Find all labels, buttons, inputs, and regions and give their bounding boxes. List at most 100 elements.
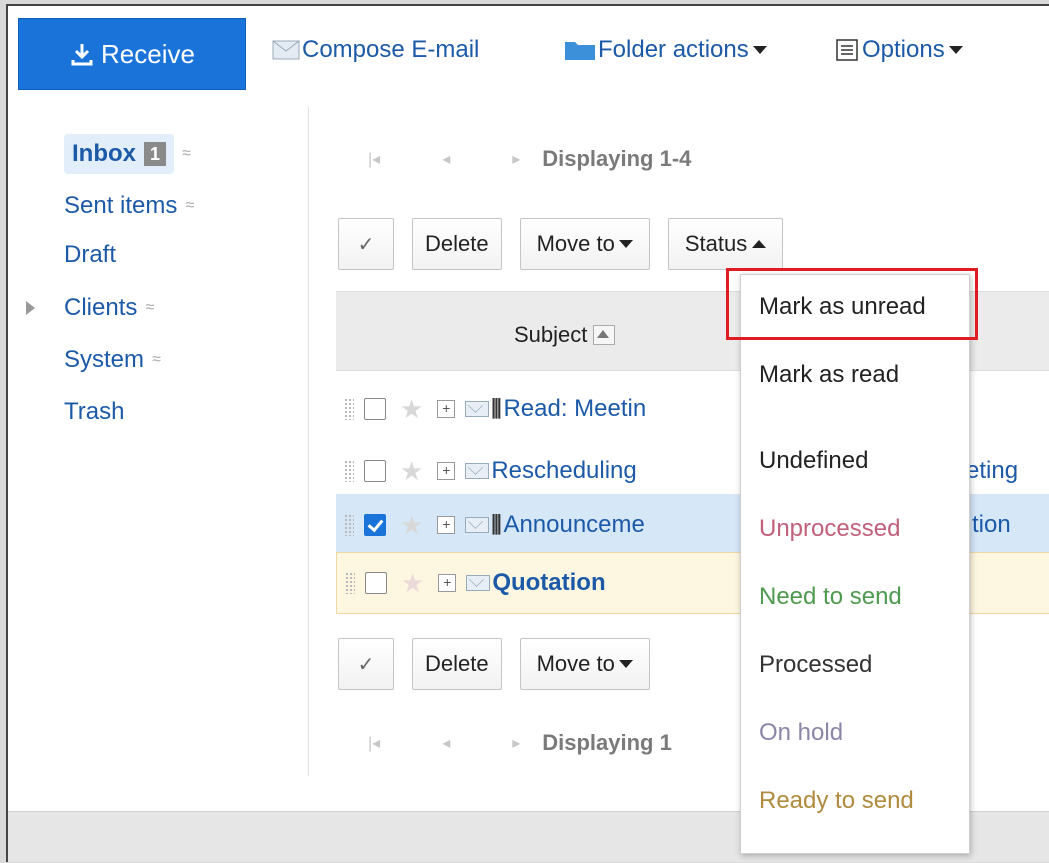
status-button[interactable]: Status: [667, 218, 784, 270]
list-icon: [836, 39, 858, 61]
select-all-button[interactable]: ✓: [338, 638, 394, 690]
folder-actions-label: Folder actions: [598, 36, 749, 63]
drag-handle-icon[interactable]: [344, 514, 354, 536]
chevron-down-icon: [618, 660, 633, 668]
sidebar-item-system[interactable]: System ≈: [64, 334, 304, 386]
rss-icon: ≈: [152, 351, 161, 368]
first-page-icon[interactable]: |◂: [368, 149, 380, 169]
star-icon[interactable]: ★: [400, 458, 423, 484]
subject-column-header[interactable]: Subject: [514, 322, 616, 348]
drag-handle-icon[interactable]: [345, 572, 355, 594]
chevron-down-icon: [948, 46, 963, 54]
menu-item-ready-to-send[interactable]: Ready to send: [759, 787, 914, 815]
sidebar-item-inbox[interactable]: Inbox 1 ≈: [64, 124, 304, 184]
pagination-bottom: |◂ ◂ ▸ Displaying 1: [368, 730, 672, 756]
sidebar-item-clients[interactable]: Clients ≈: [26, 282, 304, 334]
next-page-icon[interactable]: ▸: [512, 733, 520, 753]
receive-button[interactable]: Receive: [18, 18, 246, 90]
sidebar-item-label: Trash: [64, 398, 125, 425]
status-dropdown-menu: Mark as unread Mark as read Undefined Un…: [740, 274, 970, 854]
paging-status: Displaying 1-4: [542, 146, 692, 171]
mail-window: Receive Compose E-mail Folder actions Op…: [6, 4, 1049, 862]
sort-ascending-icon[interactable]: [593, 325, 616, 345]
row-subject[interactable]: Rescheduling: [491, 457, 636, 485]
download-icon: [71, 44, 93, 66]
row-subject-tail[interactable]: tion: [972, 511, 1011, 539]
pagination-top: |◂ ◂ ▸ Displaying 1-4: [368, 146, 691, 172]
row-subject-tail[interactable]: eting: [966, 457, 1018, 485]
expand-plus-icon[interactable]: +: [438, 574, 457, 592]
row-subject[interactable]: Announceme: [503, 511, 644, 539]
sidebar-item-label: Clients: [64, 294, 138, 321]
expand-plus-icon[interactable]: +: [437, 516, 456, 534]
expand-icon[interactable]: [26, 301, 35, 315]
drag-handle-icon[interactable]: [344, 398, 354, 420]
sidebar-item-label: Draft: [64, 241, 117, 268]
menu-item-mark-as-read[interactable]: Mark as read: [759, 361, 899, 389]
envelope-icon: [272, 40, 300, 60]
delete-label: Delete: [425, 231, 489, 256]
delete-button[interactable]: Delete: [412, 218, 502, 270]
menu-item-processed[interactable]: Processed: [759, 651, 872, 679]
rss-icon: ≈: [145, 299, 155, 316]
sidebar-item-label: Sent items: [64, 192, 178, 219]
expand-plus-icon[interactable]: +: [437, 400, 456, 418]
sidebar-item-label: System: [64, 346, 145, 373]
receive-label: Receive: [101, 38, 195, 69]
sidebar-item-draft[interactable]: Draft: [64, 228, 304, 282]
move-to-button[interactable]: Move to: [519, 218, 650, 270]
chevron-down-icon: [752, 46, 767, 54]
paging-status: Displaying 1: [542, 730, 672, 755]
delete-button[interactable]: Delete: [412, 638, 502, 690]
sidebar-item-sent-items[interactable]: Sent items ≈: [64, 184, 304, 228]
sidebar-item-trash[interactable]: Trash: [64, 386, 304, 438]
expand-plus-icon[interactable]: +: [437, 462, 456, 480]
row-subject[interactable]: Read: Meetin: [503, 395, 646, 423]
rss-icon: ≈: [182, 145, 191, 162]
compose-email-button[interactable]: Compose E-mail: [272, 36, 479, 64]
move-to-label: Move to: [536, 651, 615, 676]
move-to-button[interactable]: Move to: [519, 638, 650, 690]
attachment-icon: ⫼: [491, 396, 502, 421]
first-page-icon[interactable]: |◂: [368, 733, 380, 753]
status-label: Status: [684, 231, 748, 256]
row-subject[interactable]: Quotation: [492, 569, 605, 597]
envelope-icon: [465, 517, 490, 533]
delete-label: Delete: [425, 651, 489, 676]
menu-item-undefined[interactable]: Undefined: [759, 447, 868, 475]
prev-page-icon[interactable]: ◂: [442, 149, 450, 169]
action-bar-top: ✓ Delete Move to Status: [338, 218, 801, 270]
row-checkbox[interactable]: [364, 460, 386, 482]
prev-page-icon[interactable]: ◂: [442, 733, 450, 753]
menu-item-unprocessed[interactable]: Unprocessed: [759, 515, 900, 543]
inbox-pill: Inbox 1: [64, 134, 174, 174]
star-icon[interactable]: ★: [400, 512, 423, 538]
chevron-down-icon: [618, 240, 633, 248]
highlight-box: [726, 268, 978, 340]
select-all-button[interactable]: ✓: [338, 218, 394, 270]
compose-label: Compose E-mail: [302, 36, 480, 63]
envelope-icon: [465, 401, 490, 417]
options-label: Options: [862, 36, 945, 63]
menu-item-need-to-send[interactable]: Need to send: [759, 583, 902, 611]
chevron-up-icon: [752, 240, 767, 248]
next-page-icon[interactable]: ▸: [512, 149, 520, 169]
action-bar-bottom: ✓ Delete Move to: [338, 638, 668, 690]
star-icon[interactable]: ★: [401, 570, 424, 596]
pane-divider: [308, 106, 309, 776]
envelope-icon: [466, 575, 491, 591]
options-menu[interactable]: Options: [836, 36, 963, 64]
drag-handle-icon[interactable]: [344, 460, 354, 482]
row-checkbox[interactable]: [365, 572, 387, 594]
star-icon[interactable]: ★: [400, 396, 423, 422]
folder-icon: [565, 42, 595, 60]
menu-item-on-hold[interactable]: On hold: [759, 719, 843, 747]
row-checkbox[interactable]: [364, 514, 386, 536]
attachment-icon: ⫼: [491, 512, 502, 537]
folder-sidebar: Inbox 1 ≈ Sent items ≈ Draft Clients ≈ S…: [26, 124, 304, 438]
folder-actions-menu[interactable]: Folder actions: [564, 36, 767, 64]
subject-header-label: Subject: [514, 322, 588, 347]
envelope-icon: [465, 463, 490, 479]
sidebar-item-label: Inbox: [72, 140, 136, 167]
row-checkbox[interactable]: [364, 398, 386, 420]
